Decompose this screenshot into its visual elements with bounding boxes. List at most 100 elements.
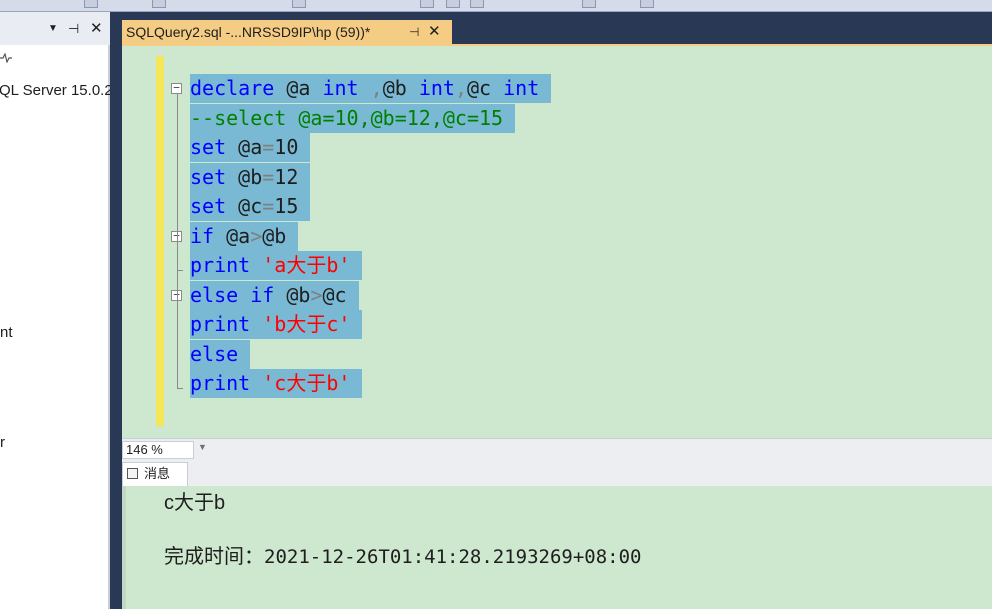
selection-highlight: else if @b>@c bbox=[190, 280, 359, 310]
code-token: declare bbox=[190, 76, 275, 100]
zoom-select[interactable]: 146 % bbox=[122, 441, 194, 459]
code-token: @b bbox=[382, 76, 419, 100]
code-token: set bbox=[190, 164, 227, 189]
close-icon[interactable]: ✕ bbox=[428, 20, 441, 44]
toolbar-button[interactable] bbox=[640, 0, 654, 8]
code-token: else bbox=[190, 282, 239, 307]
toolbar-button[interactable] bbox=[420, 0, 434, 8]
code-token: 'a大于b' bbox=[262, 253, 351, 277]
selection-highlight: set @c=15 bbox=[190, 192, 311, 221]
tree-node-fragment[interactable]: r bbox=[0, 434, 5, 452]
completion-label: 完成时间： bbox=[164, 546, 264, 568]
code-token: if bbox=[190, 223, 215, 248]
toolbar-button[interactable] bbox=[470, 0, 484, 8]
outline-end-mark bbox=[177, 388, 183, 389]
code-token: 'b大于c' bbox=[262, 312, 351, 336]
server-node[interactable]: QL Server 15.0.2 bbox=[0, 82, 113, 100]
print-output: c大于b bbox=[164, 486, 225, 515]
code-line[interactable]: print 'b大于c' bbox=[190, 310, 363, 339]
selection-highlight: print 'c大于b' bbox=[190, 369, 363, 398]
object-explorer-panel: ▼ ⊣ ✕ QL Server 15.0.2 nt r bbox=[0, 12, 113, 609]
selection-highlight: else bbox=[190, 339, 251, 369]
messages-icon bbox=[127, 468, 138, 479]
messages-tab-label: 消息 bbox=[144, 466, 171, 481]
selection-highlight: set @a=10 bbox=[190, 133, 311, 162]
change-tracking-bar bbox=[156, 56, 164, 426]
panel-splitter[interactable] bbox=[110, 12, 122, 609]
selection-highlight: print 'a大于b' bbox=[190, 251, 363, 280]
tab-sqlquery2[interactable]: SQLQuery2.sql -...NRSSD9IP\hp (59))* ⊣ ✕ bbox=[122, 20, 452, 44]
code-token: @c bbox=[226, 194, 263, 218]
code-token: print bbox=[190, 312, 251, 336]
code-token: set bbox=[190, 194, 227, 218]
toolbar-button[interactable] bbox=[84, 0, 98, 8]
code-token: --select @a=10,@b=12,@c=15 bbox=[190, 105, 504, 130]
code-token: print bbox=[190, 371, 251, 395]
toolbar-button[interactable] bbox=[446, 0, 460, 8]
code-line[interactable]: --select @a=10,@b=12,@c=15 bbox=[190, 103, 516, 133]
code-line[interactable]: set @b=12 bbox=[190, 162, 311, 192]
code-token: = bbox=[262, 164, 275, 189]
code-token: if bbox=[250, 282, 275, 307]
code-token: = bbox=[262, 194, 275, 218]
code-token: 15 bbox=[274, 194, 299, 218]
selection-highlight: set @b=12 bbox=[190, 162, 311, 192]
code-line[interactable]: set @c=15 bbox=[190, 192, 311, 221]
selection-highlight: print 'b大于c' bbox=[190, 310, 363, 339]
code-line[interactable]: print 'c大于b' bbox=[190, 369, 363, 398]
code-token: print bbox=[190, 253, 251, 277]
object-explorer-tree: QL Server 15.0.2 nt r bbox=[0, 45, 113, 609]
code-token: @a bbox=[214, 223, 251, 248]
code-line[interactable]: print 'a大于b' bbox=[190, 251, 363, 280]
code-line[interactable]: if @a>@b bbox=[190, 221, 299, 251]
code-token: @a bbox=[274, 76, 323, 100]
code-token: 10 bbox=[274, 135, 299, 159]
dropdown-arrow-icon[interactable]: ▼ bbox=[48, 22, 58, 36]
code-token: @b bbox=[262, 223, 287, 248]
tab-messages[interactable]: 消息 bbox=[122, 462, 188, 486]
messages-pane[interactable]: c大于b 完成时间：2021-12-26T01:41:28.2193269+08… bbox=[122, 486, 992, 609]
code-token: 12 bbox=[274, 164, 299, 189]
completion-time: 2021-12-26T01:41:28.2193269+08:00 bbox=[264, 546, 642, 568]
tab-title: SQLQuery2.sql -...NRSSD9IP\hp (59))* bbox=[126, 24, 371, 40]
code-token: @b bbox=[226, 164, 263, 189]
object-explorer-header: ▼ ⊣ ✕ bbox=[0, 12, 110, 44]
completion-line: 完成时间：2021-12-26T01:41:28.2193269+08:00 bbox=[164, 540, 642, 569]
pin-icon[interactable]: ⊣ bbox=[68, 22, 79, 36]
toolbar-button[interactable] bbox=[152, 0, 166, 8]
code-line[interactable]: else bbox=[190, 339, 251, 369]
code-token: int bbox=[503, 76, 540, 100]
code-token: else bbox=[190, 341, 239, 366]
collapse-toggle-icon[interactable]: − bbox=[171, 82, 182, 94]
query-editor[interactable]: declare @a int ,@b int,@c int − --select @… bbox=[122, 46, 992, 438]
chevron-down-icon[interactable]: ▼ bbox=[198, 442, 207, 452]
main-toolbar bbox=[0, 0, 992, 12]
document-tab-strip: SQLQuery2.sql -...NRSSD9IP\hp (59))* ⊣ ✕ bbox=[122, 12, 992, 44]
toolbar-button[interactable] bbox=[582, 0, 596, 8]
code-token: > bbox=[250, 223, 263, 248]
code-token: set bbox=[190, 135, 227, 159]
editor-gutter bbox=[122, 46, 156, 438]
results-tab-strip: 消息 bbox=[122, 460, 992, 486]
code-token: , bbox=[358, 76, 383, 100]
outline-guide bbox=[177, 94, 178, 388]
editor-zoom-bar: 146 % ▼ bbox=[122, 438, 992, 461]
selection-highlight: if @a>@b bbox=[190, 221, 299, 251]
code-token: int bbox=[322, 76, 359, 100]
code-token: 'c大于b' bbox=[262, 371, 351, 395]
code-line[interactable]: else if @b>@c bbox=[190, 280, 359, 310]
close-icon[interactable]: ✕ bbox=[90, 21, 103, 36]
tree-node-fragment[interactable]: nt bbox=[0, 324, 13, 342]
code-token: @a bbox=[226, 135, 263, 159]
toolbar-button[interactable] bbox=[292, 0, 306, 8]
selection-highlight: --select @a=10,@b=12,@c=15 bbox=[190, 103, 516, 133]
code-line[interactable]: set @a=10 bbox=[190, 133, 311, 162]
code-token: int bbox=[418, 76, 455, 100]
code-token: , bbox=[454, 76, 467, 100]
pin-icon[interactable]: ⊣ bbox=[409, 20, 419, 44]
code-line[interactable]: declare @a int ,@b int,@c int bbox=[190, 74, 552, 103]
